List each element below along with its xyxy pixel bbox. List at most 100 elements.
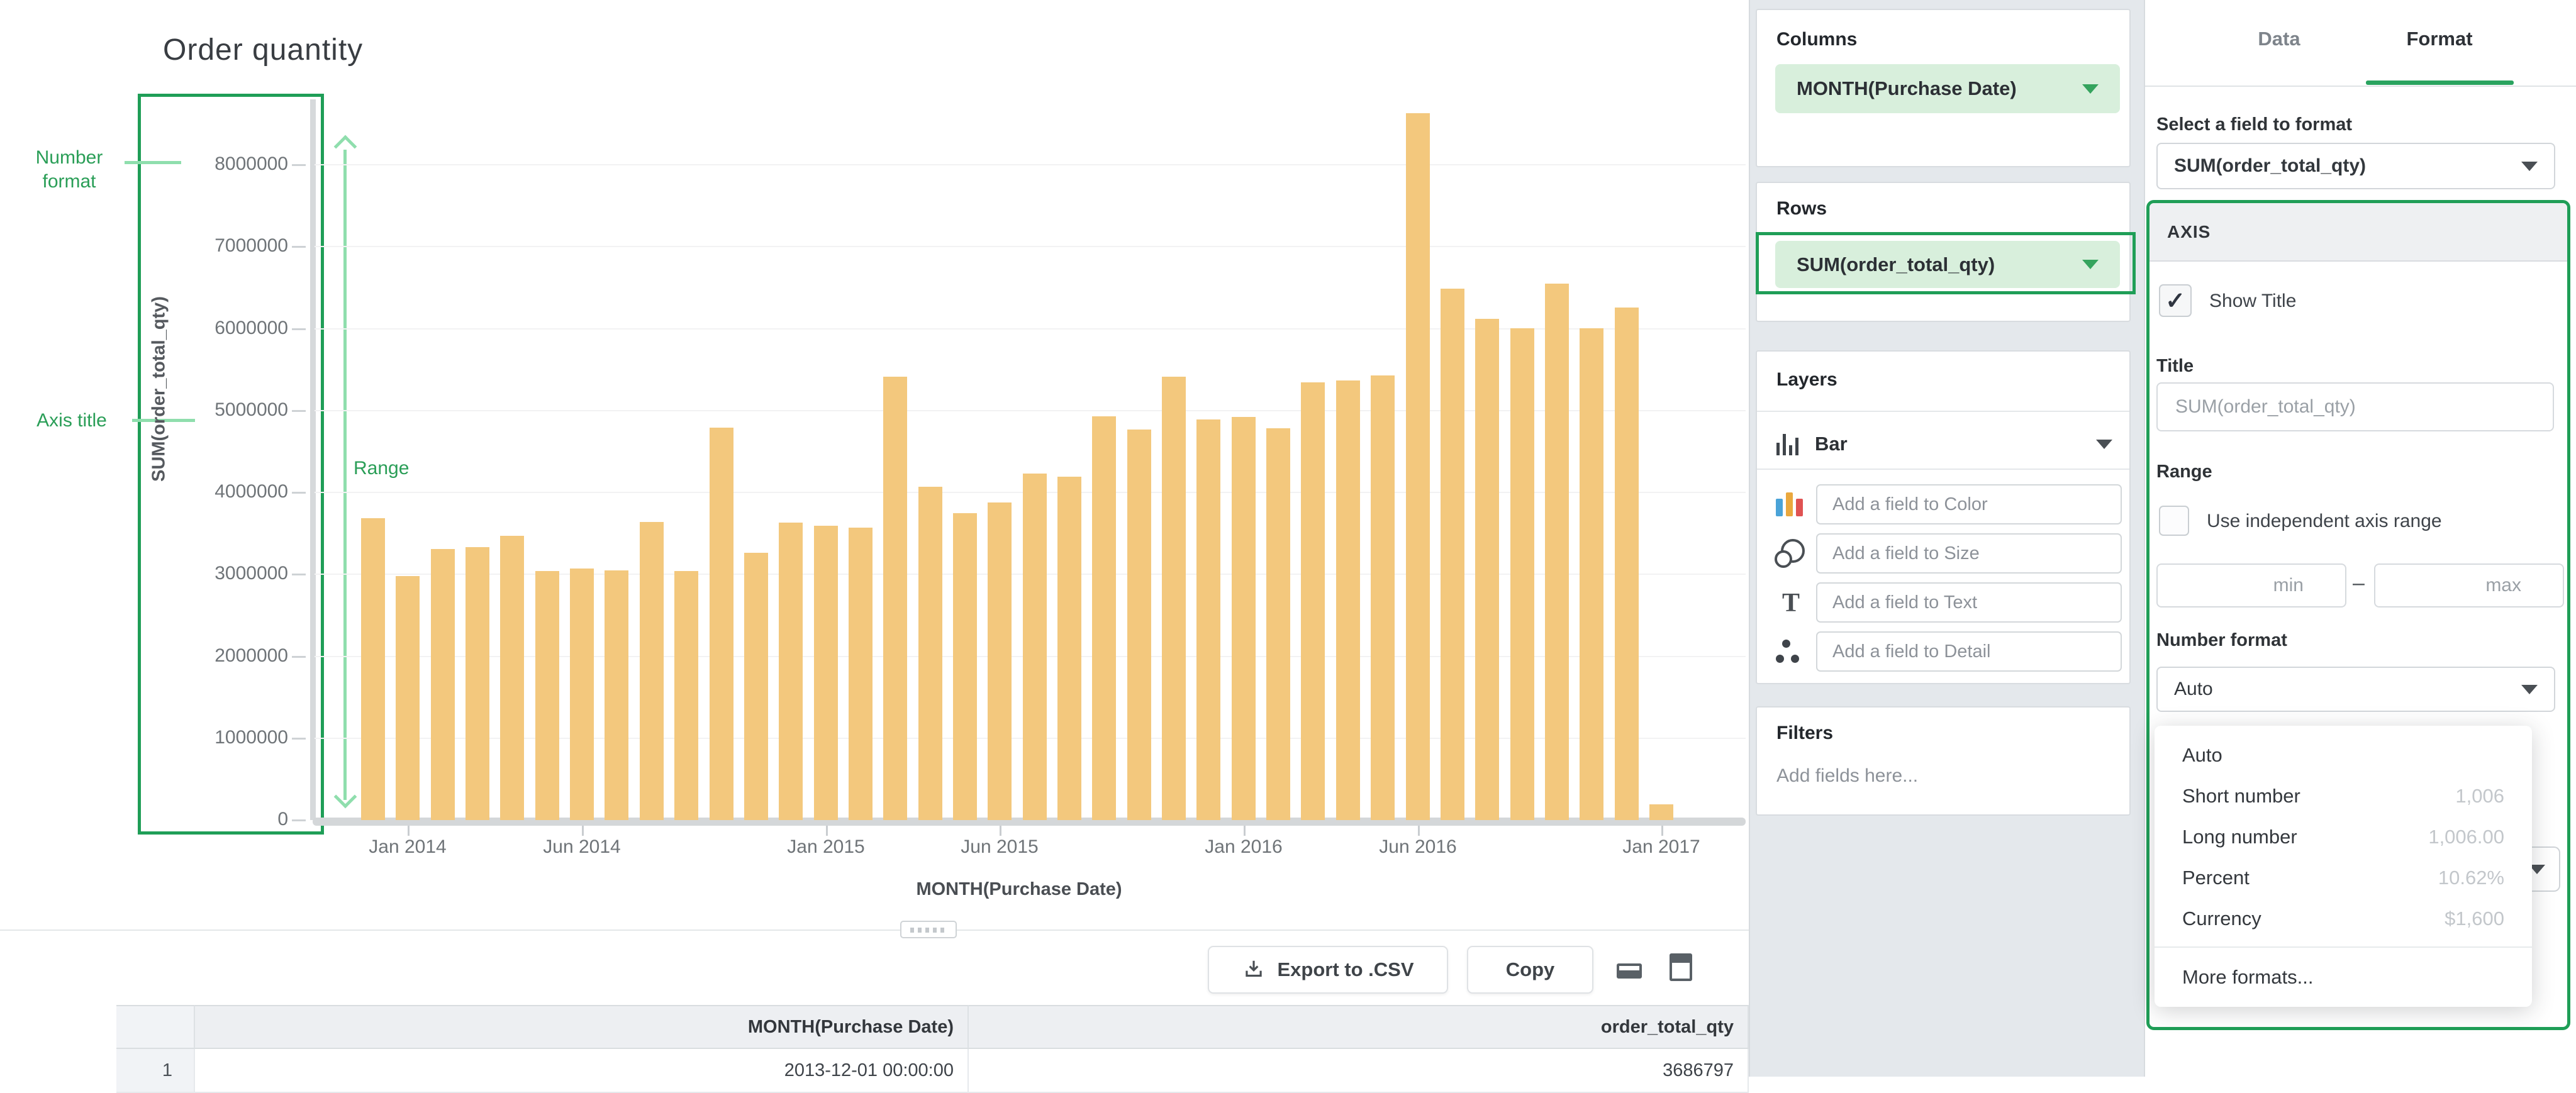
row-number: 1 <box>116 1049 195 1093</box>
max-input[interactable]: max <box>2374 563 2564 608</box>
selected-field-value: SUM(order_total_qty) <box>2174 155 2366 177</box>
bar[interactable] <box>953 513 977 820</box>
annotation-axis-title: Axis title <box>15 409 128 433</box>
text-field-input[interactable]: Add a field to Text <box>1816 582 2122 623</box>
bar[interactable] <box>1336 380 1360 820</box>
show-title-checkbox[interactable]: ✓ <box>2159 284 2192 317</box>
bar[interactable] <box>1301 382 1325 820</box>
x-tick <box>1244 826 1246 836</box>
x-tick-label: Jun 2016 <box>1349 836 1487 858</box>
bar[interactable] <box>1196 419 1220 820</box>
menu-example: 10.62% <box>2438 867 2504 889</box>
bar[interactable] <box>1232 417 1256 820</box>
min-input[interactable]: min <box>2156 563 2346 608</box>
chevron-down-icon[interactable] <box>2096 440 2112 449</box>
x-tick <box>1418 826 1420 836</box>
drag-handle[interactable] <box>900 921 957 938</box>
menu-item-long-number[interactable]: Long number 1,006.00 <box>2155 816 2532 857</box>
size-icon <box>1775 539 1807 569</box>
bar[interactable] <box>1162 377 1186 820</box>
field-to-format-select[interactable]: SUM(order_total_qty) <box>2156 143 2555 189</box>
columns-field-pill[interactable]: MONTH(Purchase Date) <box>1775 64 2120 113</box>
fields-panel: Columns MONTH(Purchase Date) Rows SUM(or… <box>1749 0 2145 1077</box>
copy-button-label: Copy <box>1506 958 1555 981</box>
chevron-down-icon <box>2521 162 2538 171</box>
copy-button[interactable]: Copy <box>1467 946 1593 994</box>
bar[interactable] <box>1545 284 1569 820</box>
number-format-select[interactable]: Auto <box>2156 667 2555 712</box>
bar[interactable] <box>988 502 1012 820</box>
bar[interactable] <box>605 570 628 820</box>
layer-type-label: Bar <box>1815 433 1848 455</box>
table-header-qty[interactable]: order_total_qty <box>969 1005 1749 1049</box>
bar[interactable] <box>1615 308 1639 820</box>
y-tick-label: 2000000 <box>194 645 288 667</box>
independent-range-checkbox[interactable] <box>2159 506 2189 536</box>
bar[interactable] <box>1475 319 1499 820</box>
y-tick-label: 0 <box>194 809 288 830</box>
layout-top-icon[interactable] <box>1670 953 1692 981</box>
range-label: Range <box>2156 462 2212 482</box>
menu-item-short-number[interactable]: Short number 1,006 <box>2155 775 2532 816</box>
bar[interactable] <box>1127 430 1151 820</box>
bar[interactable] <box>918 487 942 820</box>
menu-item-auto[interactable]: Auto <box>2155 735 2532 775</box>
bar[interactable] <box>1057 477 1081 820</box>
layer-type-dropdown[interactable]: Bar <box>1776 419 2112 469</box>
bar[interactable] <box>1441 289 1464 820</box>
layout-bottom-icon[interactable] <box>1617 963 1642 979</box>
bar[interactable] <box>744 553 768 820</box>
bar[interactable] <box>500 536 524 820</box>
size-field-input[interactable]: Add a field to Size <box>1816 533 2122 574</box>
color-icon <box>1775 490 1807 520</box>
bar[interactable] <box>396 576 420 820</box>
bar[interactable] <box>1371 375 1395 820</box>
detail-field-input[interactable]: Add a field to Detail <box>1816 631 2122 672</box>
bar[interactable] <box>535 571 559 820</box>
arrow-down-icon <box>334 785 357 809</box>
bar[interactable] <box>1266 428 1290 820</box>
menu-item-currency[interactable]: Currency $1,600 <box>2155 898 2532 939</box>
tab-data[interactable]: Data <box>2210 28 2348 50</box>
bar[interactable] <box>674 571 698 820</box>
bar[interactable] <box>1649 804 1673 820</box>
min-placeholder: min <box>2273 575 2304 596</box>
axis-title-input[interactable]: SUM(order_total_qty) <box>2156 382 2554 431</box>
tab-format[interactable]: Format <box>2370 28 2509 50</box>
bar[interactable] <box>883 377 907 820</box>
layers-header: Layers <box>1776 369 1837 391</box>
bar[interactable] <box>570 569 594 820</box>
bar[interactable] <box>1406 113 1430 820</box>
bar[interactable] <box>361 518 385 820</box>
divider <box>2145 86 2576 87</box>
x-tick-label: Jun 2014 <box>513 836 651 858</box>
gridline <box>315 246 1746 247</box>
bar[interactable] <box>849 528 873 820</box>
bar[interactable] <box>1580 328 1603 820</box>
annotation-range: Range <box>354 457 409 480</box>
bar[interactable] <box>1023 474 1047 820</box>
x-axis-title: MONTH(Purchase Date) <box>830 879 1208 900</box>
bar[interactable] <box>466 547 489 820</box>
bar-chart-icon <box>1776 433 1798 455</box>
bar[interactable] <box>1510 328 1534 820</box>
color-field-input[interactable]: Add a field to Color <box>1816 484 2122 524</box>
menu-item-percent[interactable]: Percent 10.62% <box>2155 857 2532 898</box>
filters-drop-area[interactable]: Add fields here... <box>1776 765 1918 787</box>
x-tick <box>826 826 828 836</box>
menu-item-more-formats[interactable]: More formats... <box>2155 957 2532 998</box>
bar[interactable] <box>431 549 455 820</box>
max-placeholder: max <box>2485 575 2521 596</box>
chevron-down-icon[interactable] <box>2082 84 2099 94</box>
x-tick <box>1661 826 1663 836</box>
bar[interactable] <box>710 428 733 820</box>
bar[interactable] <box>1092 416 1116 820</box>
bar[interactable] <box>640 522 664 820</box>
x-tick <box>582 826 584 836</box>
bar[interactable] <box>814 526 838 820</box>
table-header-date[interactable]: MONTH(Purchase Date) <box>195 1005 969 1049</box>
columns-card: Columns MONTH(Purchase Date) <box>1756 9 2131 167</box>
export-csv-button[interactable]: Export to .CSV <box>1208 946 1448 994</box>
x-tick <box>408 826 410 836</box>
bar[interactable] <box>779 523 803 820</box>
